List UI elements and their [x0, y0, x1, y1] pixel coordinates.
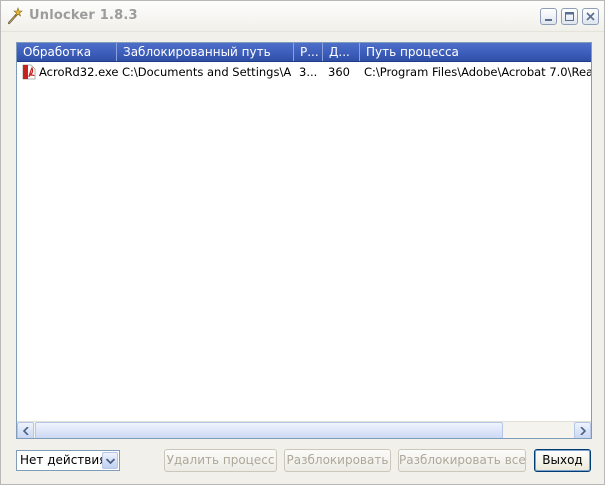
close-button[interactable]: [582, 8, 599, 25]
action-dropdown[interactable]: Нет действия: [16, 450, 120, 471]
list-header: Обработка Заблокированный путь Р... Д...…: [17, 43, 591, 62]
kill-process-button[interactable]: Удалить процесс: [164, 449, 277, 472]
chevron-down-icon: [106, 458, 115, 465]
unlocker-window: Unlocker 1.8.3 Обработка Заблокированный…: [0, 0, 605, 485]
column-header-handle[interactable]: Обработка: [17, 43, 117, 61]
column-header-pid[interactable]: Р...: [294, 43, 323, 61]
cell-pid: 3...: [299, 65, 318, 79]
maximize-button[interactable]: [561, 8, 578, 25]
pdf-file-icon: [22, 64, 36, 80]
minimize-button[interactable]: [540, 8, 557, 25]
column-header-handle-id[interactable]: Д...: [323, 43, 360, 61]
exit-button[interactable]: Выход: [534, 449, 591, 472]
scroll-right-button[interactable]: [574, 422, 591, 438]
column-header-locked-path[interactable]: Заблокированный путь: [117, 43, 294, 61]
title-bar[interactable]: Unlocker 1.8.3: [1, 1, 604, 32]
window-title: Unlocker 1.8.3: [29, 8, 138, 23]
horizontal-scrollbar[interactable]: [17, 421, 591, 438]
cell-handle: AcroRd32.exe: [39, 65, 119, 79]
wand-icon: [7, 7, 23, 25]
cell-process-path: C:\Program Files\Adobe\Acrobat 7.0\Reade…: [364, 65, 591, 79]
cell-handle-id: 360: [328, 65, 350, 79]
maximize-icon: [565, 12, 574, 21]
scroll-left-button[interactable]: [17, 422, 34, 438]
chevron-left-icon: [22, 427, 29, 435]
dropdown-button[interactable]: [102, 452, 118, 469]
close-icon: [586, 12, 595, 21]
chevron-right-icon: [580, 427, 587, 435]
scroll-thumb[interactable]: [35, 422, 503, 438]
unlock-all-button[interactable]: Разблокировать все: [398, 449, 526, 472]
table-row[interactable]: AcroRd32.exe C:\Documents and Settings\A…: [17, 62, 591, 82]
process-list[interactable]: Обработка Заблокированный путь Р... Д...…: [16, 42, 592, 439]
cell-locked-path: C:\Documents and Settings\Ale...: [122, 65, 292, 79]
client-area: Обработка Заблокированный путь Р... Д...…: [1, 32, 604, 484]
unlock-button[interactable]: Разблокировать: [284, 449, 391, 472]
column-header-process-path[interactable]: Путь процесса: [360, 43, 591, 61]
action-dropdown-value: Нет действия: [20, 453, 107, 467]
minimize-icon: [545, 19, 552, 21]
